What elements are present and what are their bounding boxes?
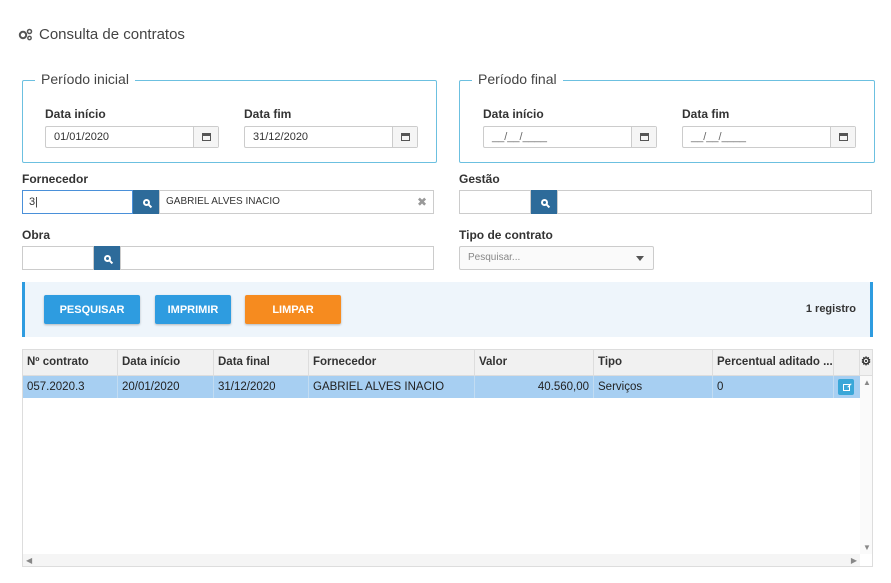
page-title: Consulta de contratos	[39, 26, 185, 43]
tipo-contrato-placeholder: Pesquisar...	[468, 252, 521, 263]
pesquisar-button[interactable]: PESQUISAR	[44, 295, 140, 324]
data-fim-label: Data fim	[682, 107, 730, 121]
column-header-data-inicio[interactable]: Data início	[118, 350, 214, 375]
scroll-up-icon[interactable]: ▲	[863, 378, 871, 387]
table-row[interactable]: 057.2020.3 20/01/2020 31/12/2020 GABRIEL…	[23, 376, 860, 398]
open-contract-button[interactable]	[838, 379, 854, 395]
column-header-fornecedor[interactable]: Fornecedor	[309, 350, 475, 375]
page-header: Consulta de contratos	[18, 26, 185, 43]
cell-percentual: 0	[713, 376, 834, 398]
scroll-right-icon[interactable]: ▶	[851, 556, 857, 565]
column-header-numero[interactable]: Nº contrato	[23, 350, 118, 375]
fornecedor-search-button[interactable]	[133, 190, 159, 214]
column-header-percentual[interactable]: Percentual aditado ...	[713, 350, 834, 375]
gestao-search-button[interactable]	[531, 190, 557, 214]
column-header-valor[interactable]: Valor	[475, 350, 594, 375]
periodo-final-data-fim-field[interactable]: __/__/____	[682, 126, 856, 148]
gears-icon	[18, 28, 33, 41]
calendar-icon	[400, 133, 410, 141]
cell-fornecedor: GABRIEL ALVES INACIO	[309, 376, 475, 398]
periodo-final-legend: Período final	[472, 71, 563, 87]
calendar-button[interactable]	[193, 127, 218, 147]
search-icon	[103, 254, 111, 262]
clear-icon[interactable]: ✖	[417, 191, 427, 213]
gestao-code-input[interactable]	[459, 190, 531, 214]
vertical-scrollbar[interactable]: ▲ ▼	[860, 376, 872, 554]
contracts-table: Nº contrato Data início Data final Forne…	[22, 349, 873, 567]
obra-code-input[interactable]	[22, 246, 94, 270]
obra-name-field	[120, 246, 434, 270]
cell-valor: 40.560,00	[475, 376, 594, 398]
date-value: 01/01/2020	[54, 131, 110, 143]
table-header: Nº contrato Data início Data final Forne…	[23, 350, 872, 376]
periodo-inicial-group: Período inicial Data início 01/01/2020 D…	[22, 71, 437, 163]
external-link-icon	[842, 383, 850, 391]
calendar-icon	[201, 133, 211, 141]
obra-label: Obra	[22, 228, 51, 242]
gestao-name-field	[557, 190, 872, 214]
action-toolbar: PESQUISAR IMPRIMIR LIMPAR 1 registro	[22, 282, 873, 337]
calendar-button[interactable]	[392, 127, 417, 147]
cell-data-final: 31/12/2020	[214, 376, 309, 398]
periodo-final-group: Período final Data início __/__/____ Dat…	[459, 71, 875, 163]
calendar-icon	[639, 133, 649, 141]
fornecedor-name: GABRIEL ALVES INACIO	[166, 196, 280, 207]
imprimir-button[interactable]: IMPRIMIR	[155, 295, 231, 324]
tipo-contrato-select[interactable]: Pesquisar...	[459, 246, 654, 270]
gear-icon[interactable]: ⚙	[860, 350, 872, 375]
search-icon	[142, 198, 150, 206]
periodo-inicial-data-inicio-field[interactable]: 01/01/2020	[45, 126, 219, 148]
obra-search-button[interactable]	[94, 246, 120, 270]
cell-tipo: Serviços	[594, 376, 713, 398]
periodo-inicial-data-fim-field[interactable]: 31/12/2020	[244, 126, 418, 148]
scroll-left-icon[interactable]: ◀	[26, 556, 32, 565]
column-header-actions	[834, 350, 860, 375]
fornecedor-code-input[interactable]: 3|	[22, 190, 133, 214]
cell-data-inicio: 20/01/2020	[118, 376, 214, 398]
record-count: 1 registro	[805, 303, 856, 315]
periodo-final-data-inicio-field[interactable]: __/__/____	[483, 126, 657, 148]
tipo-contrato-label: Tipo de contrato	[459, 228, 553, 242]
column-header-tipo[interactable]: Tipo	[594, 350, 713, 375]
calendar-icon	[838, 133, 848, 141]
column-header-data-final[interactable]: Data final	[214, 350, 309, 375]
scroll-down-icon[interactable]: ▼	[863, 543, 871, 552]
cell-numero: 057.2020.3	[23, 376, 118, 398]
data-inicio-label: Data início	[45, 107, 106, 121]
date-value: __/__/____	[691, 131, 747, 143]
calendar-button[interactable]	[631, 127, 656, 147]
calendar-button[interactable]	[830, 127, 855, 147]
search-icon	[540, 198, 548, 206]
horizontal-scrollbar[interactable]: ◀ ▶	[23, 554, 860, 566]
fornecedor-name-field: GABRIEL ALVES INACIO ✖	[159, 190, 434, 214]
data-fim-label: Data fim	[244, 107, 292, 121]
date-value: 31/12/2020	[253, 131, 309, 143]
data-inicio-label: Data início	[483, 107, 544, 121]
date-value: __/__/____	[492, 131, 548, 143]
limpar-button[interactable]: LIMPAR	[245, 295, 341, 324]
gestao-label: Gestão	[459, 172, 500, 186]
chevron-down-icon	[636, 256, 644, 261]
fornecedor-label: Fornecedor	[22, 172, 89, 186]
periodo-inicial-legend: Período inicial	[35, 71, 135, 87]
